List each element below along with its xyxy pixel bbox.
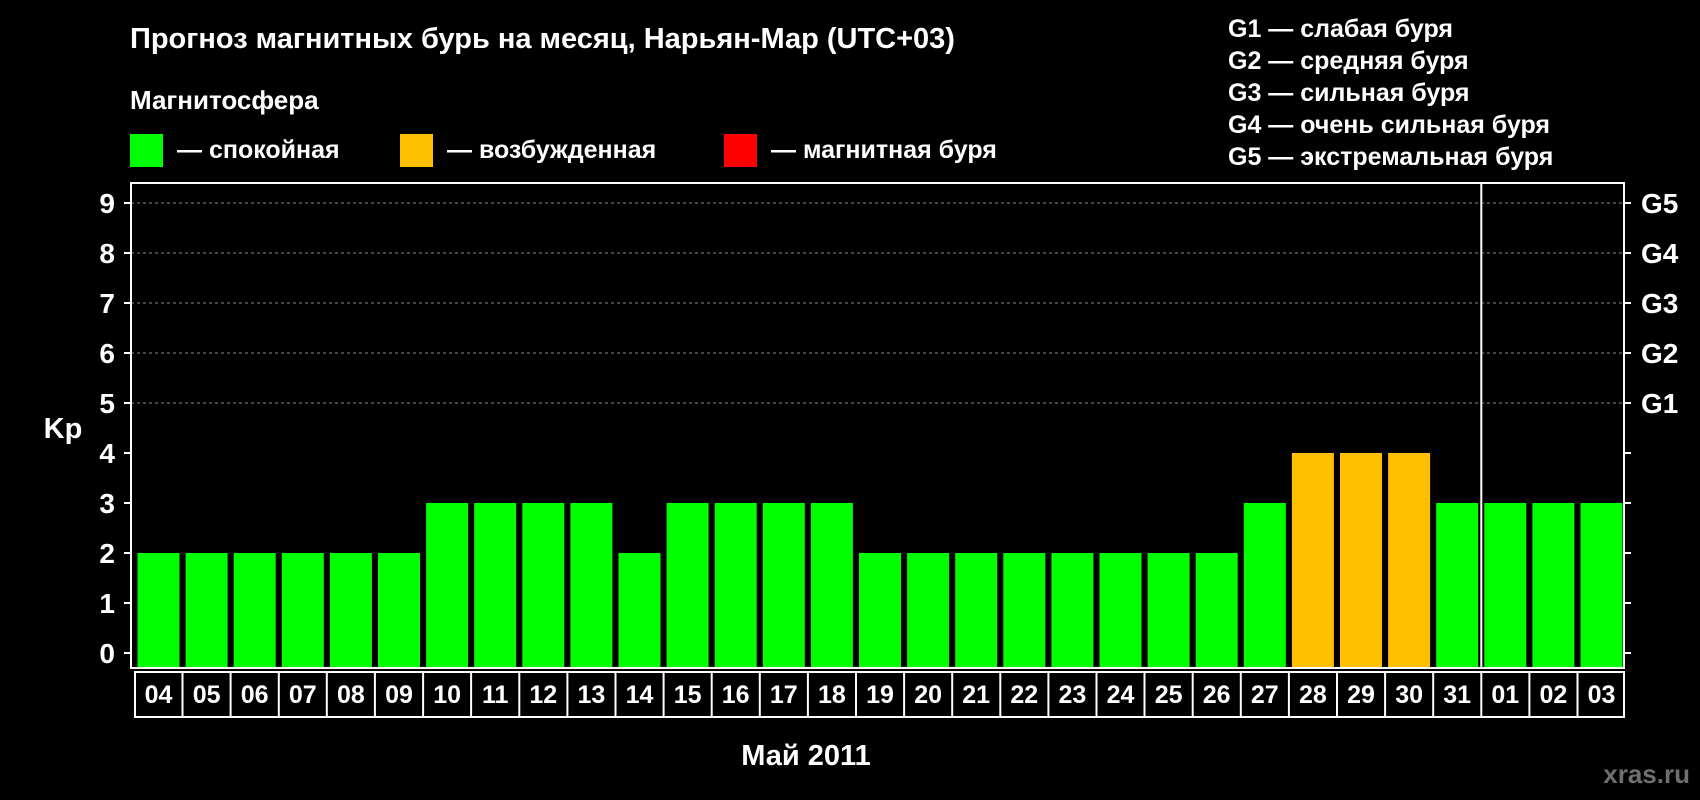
- bar-21: [955, 553, 998, 668]
- bar-06: [233, 553, 276, 668]
- bar-17: [762, 503, 805, 668]
- x-tick-label: 05: [193, 681, 221, 709]
- bar-25: [1147, 553, 1190, 668]
- bar-28: [1291, 453, 1334, 668]
- bar-27: [1243, 503, 1286, 668]
- bar-08: [329, 553, 372, 668]
- legend-swatch-quiet: [130, 134, 163, 167]
- storm-level-label-g2: G2: [1641, 338, 1678, 369]
- legend-swatch-active: [400, 134, 433, 167]
- x-tick-label: 13: [577, 681, 605, 709]
- x-tick-label: 04: [145, 681, 173, 709]
- x-tick-label: 08: [337, 681, 365, 709]
- x-axis-label: Май 2011: [741, 740, 870, 772]
- y-tick-label: 6: [99, 338, 115, 369]
- bar-15: [666, 503, 709, 668]
- bar-19: [859, 553, 901, 668]
- y-tick-label: 2: [99, 538, 115, 569]
- x-tick-label: 02: [1539, 681, 1567, 709]
- bar-03: [1580, 503, 1623, 668]
- y-tick-label: 4: [99, 438, 115, 469]
- x-tick-label: 24: [1107, 681, 1135, 709]
- bar-18: [810, 503, 853, 668]
- bar-20: [907, 553, 950, 668]
- bars: [137, 453, 1623, 668]
- y-axis-label: Kp: [44, 413, 83, 445]
- x-tick-label: 23: [1058, 681, 1086, 709]
- bar-31: [1436, 503, 1479, 668]
- x-tick-label: 28: [1299, 681, 1327, 709]
- bar-12: [522, 503, 565, 668]
- x-tick-label: 17: [770, 681, 798, 709]
- grid-lines: [131, 202, 1624, 404]
- x-tick-label: 27: [1251, 681, 1279, 709]
- x-tick-label: 06: [241, 681, 269, 709]
- x-tick-label: 15: [674, 681, 702, 709]
- x-tick-label: 22: [1010, 681, 1038, 709]
- y-tick-label: 9: [99, 188, 115, 219]
- x-tick-label: 10: [433, 681, 461, 709]
- bar-14: [618, 553, 661, 668]
- storm-scale-g1: G1 — слабая буря: [1228, 15, 1453, 43]
- bar-02: [1532, 503, 1575, 668]
- x-tick-label: 20: [914, 681, 942, 709]
- y-tick-label: 1: [99, 588, 115, 619]
- bar-10: [426, 503, 469, 668]
- x-tick-label: 14: [626, 681, 654, 709]
- bar-04: [137, 553, 180, 668]
- bar-30: [1388, 453, 1431, 668]
- bar-24: [1099, 553, 1142, 668]
- bar-23: [1051, 553, 1094, 668]
- x-tick-label: 03: [1588, 681, 1616, 709]
- x-tick-label: 09: [385, 681, 413, 709]
- x-tick-label: 26: [1203, 681, 1231, 709]
- x-tick-label: 18: [818, 681, 846, 709]
- bar-29: [1340, 453, 1382, 668]
- bar-01: [1484, 503, 1527, 668]
- x-tick-label: 11: [482, 681, 509, 709]
- storm-level-label-g5: G5: [1641, 188, 1678, 219]
- bar-13: [570, 503, 613, 668]
- storm-level-label-g3: G3: [1641, 288, 1678, 319]
- bar-11: [474, 503, 517, 668]
- legend-heading: Магнитосфера: [130, 85, 319, 115]
- x-tick-label: 07: [289, 681, 317, 709]
- bar-16: [714, 503, 757, 668]
- x-tick-label: 29: [1347, 681, 1375, 709]
- x-tick-label: 30: [1395, 681, 1423, 709]
- legend-label-quiet: — спокойная: [177, 136, 340, 164]
- storm-level-label-g4: G4: [1641, 238, 1679, 269]
- x-tick-label: 16: [722, 681, 750, 709]
- y-tick-label: 0: [99, 638, 115, 669]
- bar-05: [185, 553, 228, 668]
- legend-swatch-storm: [724, 134, 757, 167]
- y-tick-label: 5: [99, 388, 115, 419]
- y-tick-label: 7: [99, 288, 115, 319]
- x-tick-label: 25: [1155, 681, 1183, 709]
- y-tick-label: 3: [99, 488, 115, 519]
- x-tick-label: 21: [962, 681, 990, 709]
- storm-scale-g2: G2 — средняя буря: [1228, 47, 1469, 75]
- watermark: xras.ru: [1603, 759, 1690, 789]
- storm-level-axis: G1 G2 G3 G4 G5: [1641, 188, 1679, 419]
- bar-26: [1195, 553, 1238, 668]
- storm-scale-g3: G3 — сильная буря: [1228, 79, 1470, 107]
- bar-07: [281, 553, 324, 668]
- y-tick-label: 8: [99, 238, 115, 269]
- storm-scale-g4: G4 — очень сильная буря: [1228, 111, 1550, 139]
- kp-forecast-chart: Прогноз магнитных бурь на месяц, Нарьян-…: [44, 15, 1690, 789]
- chart-title: Прогноз магнитных бурь на месяц, Нарьян-…: [130, 23, 955, 55]
- storm-level-label-g1: G1: [1641, 388, 1678, 419]
- x-tick-label: 19: [866, 681, 894, 709]
- x-tick-label: 01: [1491, 681, 1519, 709]
- x-tick-label: 12: [529, 681, 557, 709]
- storm-scale-g5: G5 — экстремальная буря: [1228, 143, 1553, 171]
- x-tick-label: 31: [1443, 681, 1471, 709]
- legend-label-storm: — магнитная буря: [771, 136, 997, 164]
- legend-label-active: — возбужденная: [447, 136, 656, 164]
- bar-22: [1003, 553, 1046, 668]
- bar-09: [378, 553, 420, 668]
